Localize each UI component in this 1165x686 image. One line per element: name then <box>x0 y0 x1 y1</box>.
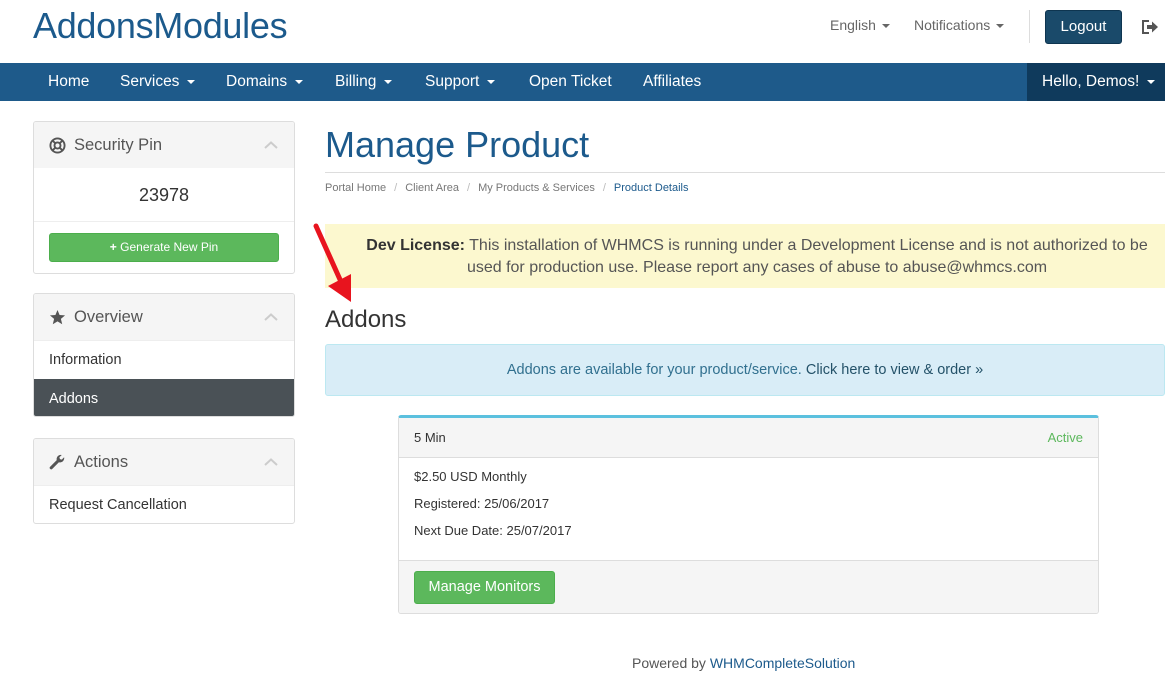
nav-support-label: Support <box>425 73 480 90</box>
caret-down-icon <box>487 79 496 84</box>
nav-billing-label: Billing <box>335 73 377 90</box>
dev-license-alert: Dev License: This installation of WHMCS … <box>325 224 1165 288</box>
security-pin-title: Security Pin <box>74 136 163 154</box>
logout-button[interactable]: Logout <box>1045 10 1122 44</box>
nav-services-label: Services <box>120 73 180 90</box>
security-pin-panel: Security Pin 23978 + Generate New Pin <box>33 121 295 274</box>
header-divider <box>1029 10 1030 43</box>
addon-next-due-date: Next Due Date: 25/07/2017 <box>414 523 572 538</box>
addon-card-header: 5 Min Active <box>399 418 1098 458</box>
nav-billing[interactable]: Billing <box>335 63 393 101</box>
actions-header[interactable]: Actions <box>34 439 294 485</box>
actions-panel: Actions Request Cancellation <box>33 438 295 524</box>
chevron-up-icon[interactable] <box>264 458 278 466</box>
chevron-up-icon[interactable] <box>264 313 278 321</box>
dev-license-label: Dev License: <box>366 237 465 254</box>
footer-link[interactable]: WHMCompleteSolution <box>710 655 856 671</box>
dev-license-text: This installation of WHMCS is running un… <box>464 237 1148 276</box>
caret-down-icon <box>295 79 304 84</box>
nav-home-label: Home <box>48 73 90 90</box>
breadcrumb-item[interactable]: Client Area <box>405 182 459 194</box>
notifications-label: Notifications <box>914 17 991 33</box>
sidebar-item-request-cancellation[interactable]: Request Cancellation <box>34 485 294 523</box>
security-pin-value: 23978 <box>34 168 294 222</box>
life-ring-icon <box>49 137 66 154</box>
generate-pin-label: Generate New Pin <box>120 240 219 254</box>
main-navbar: Home Services Domains Billing Support Op… <box>0 63 1165 101</box>
addons-section-title: Addons <box>325 306 407 333</box>
addon-card-footer: Manage Monitors <box>399 560 1098 613</box>
star-icon <box>49 309 66 325</box>
nav-support[interactable]: Support <box>425 63 496 101</box>
overview-title: Overview <box>74 308 143 326</box>
chevron-up-icon[interactable] <box>264 141 278 149</box>
addon-name: 5 Min <box>414 430 446 445</box>
addons-available-text: Addons are available for your product/se… <box>506 362 806 378</box>
user-greeting: Hello, Demos! <box>1042 73 1140 90</box>
overview-panel: Overview Information Addons <box>33 293 295 417</box>
actions-title: Actions <box>74 453 129 471</box>
caret-down-icon <box>1147 79 1156 84</box>
nav-open-ticket[interactable]: Open Ticket <box>529 63 612 101</box>
sign-out-icon[interactable] <box>1141 19 1159 35</box>
user-menu[interactable]: Hello, Demos! <box>1027 63 1165 101</box>
top-header: AddonsModules English Notifications Logo… <box>0 0 1165 63</box>
language-label: English <box>830 17 876 33</box>
notifications-dropdown[interactable]: Notifications <box>914 17 1005 33</box>
generate-new-pin-button[interactable]: + Generate New Pin <box>49 233 279 262</box>
caret-down-icon <box>187 79 196 84</box>
breadcrumb: Portal Home / Client Area / My Products & Se… <box>325 182 689 194</box>
addon-card-body: $2.50 USD Monthly Registered: 25/06/2017… <box>399 458 1098 560</box>
view-order-addons-link[interactable]: Click here to view & order » <box>806 362 983 378</box>
site-logo[interactable]: AddonsModules <box>33 5 288 47</box>
nav-affiliates[interactable]: Affiliates <box>643 63 701 101</box>
title-divider <box>325 172 1165 173</box>
wrench-icon <box>49 454 65 470</box>
generate-pin-footer: + Generate New Pin <box>34 222 294 273</box>
nav-home[interactable]: Home <box>48 63 89 101</box>
breadcrumb-separator: / <box>467 182 471 194</box>
caret-down-icon <box>384 79 393 84</box>
breadcrumb-item[interactable]: Portal Home <box>325 182 386 194</box>
manage-monitors-button[interactable]: Manage Monitors <box>414 571 555 604</box>
security-pin-header[interactable]: Security Pin <box>34 122 294 168</box>
breadcrumb-separator: / <box>602 182 606 194</box>
nav-open-ticket-label: Open Ticket <box>529 73 612 90</box>
breadcrumb-current: Product Details <box>613 182 689 194</box>
overview-header[interactable]: Overview <box>34 294 294 340</box>
caret-down-icon <box>881 24 890 29</box>
addons-available-alert: Addons are available for your product/se… <box>325 344 1165 396</box>
page-footer: Powered by WHMCompleteSolution <box>632 655 855 671</box>
language-dropdown[interactable]: English <box>830 17 890 33</box>
nav-domains-label: Domains <box>226 73 288 90</box>
nav-services[interactable]: Services <box>120 63 196 101</box>
addon-price: $2.50 USD Monthly <box>414 469 527 484</box>
nav-affiliates-label: Affiliates <box>643 73 702 90</box>
sidebar-item-information[interactable]: Information <box>34 340 294 379</box>
sidebar-item-addons[interactable]: Addons <box>34 379 294 416</box>
page-title: Manage Product <box>325 124 590 165</box>
addon-registered-date: Registered: 25/06/2017 <box>414 496 550 511</box>
addon-status-badge: Active <box>1047 430 1083 445</box>
footer-text: Powered by <box>632 655 710 671</box>
plus-icon: + <box>109 240 121 254</box>
addon-card: 5 Min Active $2.50 USD Monthly Registere… <box>398 415 1099 614</box>
breadcrumb-item[interactable]: My Products & Services <box>478 182 595 194</box>
breadcrumb-separator: / <box>394 182 398 194</box>
red-arrow-annotation <box>313 223 351 302</box>
nav-domains[interactable]: Domains <box>226 63 304 101</box>
caret-down-icon <box>996 24 1005 29</box>
